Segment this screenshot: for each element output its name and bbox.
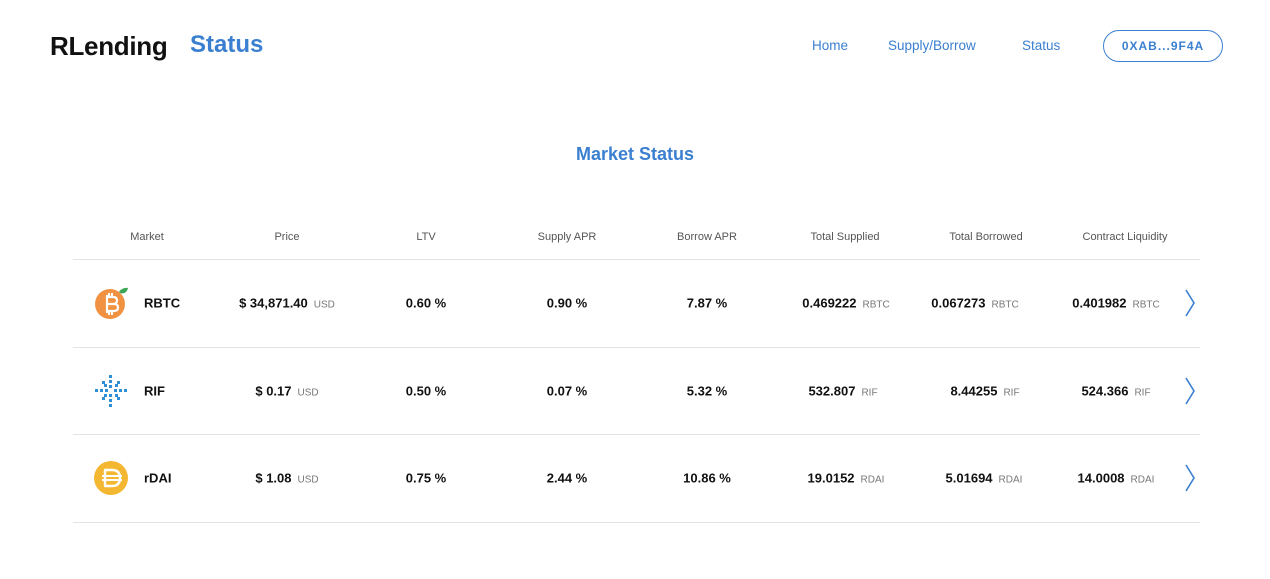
market-name: rDAI — [144, 470, 172, 486]
col-total-supplied: Total Supplied — [810, 231, 880, 243]
rbtc-coin-icon — [95, 288, 128, 320]
page-title: Status — [190, 31, 264, 58]
total-borrowed-cell: 8.44255 RIF — [950, 383, 1020, 399]
col-supply-apr: Supply APR — [537, 231, 597, 243]
market-name: RBTC — [144, 295, 181, 311]
liquidity-cell: 14.0008 RDAI — [1077, 470, 1155, 486]
total-supplied-cell: 532.807 RIF — [808, 383, 878, 399]
col-price: Price — [274, 231, 300, 243]
col-borrow-apr: Borrow APR — [677, 231, 737, 243]
col-market: Market — [130, 231, 164, 243]
total-supplied-cell: 19.0152 RDAI — [807, 470, 885, 486]
col-ltv: LTV — [416, 231, 436, 243]
liquidity-cell: 524.366 RIF — [1081, 383, 1151, 399]
rif-coin-icon — [95, 374, 127, 407]
supply-apr-cell: 2.44 % — [546, 470, 588, 486]
rdai-coin-icon — [94, 461, 128, 496]
nav-status[interactable]: Status — [1022, 38, 1060, 53]
market-status-heading: Market Status — [575, 144, 695, 164]
borrow-apr-cell: 7.87 % — [686, 295, 728, 311]
chevron-right-icon[interactable] — [1183, 376, 1197, 406]
price-cell: $ 34,871.40 USD — [239, 295, 335, 311]
total-borrowed-cell: 5.01694 RDAI — [945, 470, 1023, 486]
borrow-apr-cell: 5.32 % — [686, 383, 728, 399]
market-table: Market Price LTV Supply APR Borrow APR T… — [73, 218, 1200, 523]
brand-logo[interactable]: RLending — [50, 31, 168, 62]
nav-home[interactable]: Home — [812, 38, 848, 53]
total-supplied-cell: 0.469222 RBTC — [802, 295, 890, 311]
borrow-apr-cell: 10.86 % — [683, 470, 731, 486]
supply-apr-cell: 0.90 % — [546, 295, 588, 311]
ltv-cell: 0.60 % — [405, 295, 447, 311]
price-cell: $ 1.08 USD — [255, 470, 319, 486]
nav-supply-borrow[interactable]: Supply/Borrow — [888, 38, 976, 53]
table-row[interactable]: rDAI $ 1.08 USD 0.75 % 2.44 % 10.86 % 19.… — [73, 435, 1200, 523]
total-borrowed-cell: 0.067273 RBTC — [931, 295, 1019, 311]
supply-apr-cell: 0.07 % — [546, 383, 588, 399]
col-total-borrowed: Total Borrowed — [949, 231, 1023, 243]
ltv-cell: 0.50 % — [405, 383, 447, 399]
ltv-cell: 0.75 % — [405, 470, 447, 486]
chevron-right-icon[interactable] — [1183, 463, 1197, 493]
top-bar: RLending Status Home Supply/Borrow Statu… — [0, 0, 1270, 92]
table-row[interactable]: RIF $ 0.17 USD 0.50 % 0.07 % 5.32 % 532.8… — [73, 348, 1200, 435]
liquidity-cell: 0.401982 RBTC — [1072, 295, 1160, 311]
wallet-address-button[interactable]: 0XAB...9F4A — [1103, 30, 1223, 62]
market-name: RIF — [144, 383, 165, 399]
table-row[interactable]: RBTC $ 34,871.40 USD 0.60 % 0.90 % 7.87 %… — [73, 260, 1200, 348]
chevron-right-icon[interactable] — [1183, 288, 1197, 318]
table-header: Market Price LTV Supply APR Borrow APR T… — [73, 218, 1200, 260]
price-cell: $ 0.17 USD — [255, 383, 319, 399]
col-contract-liquidity: Contract Liquidity — [1082, 231, 1168, 243]
